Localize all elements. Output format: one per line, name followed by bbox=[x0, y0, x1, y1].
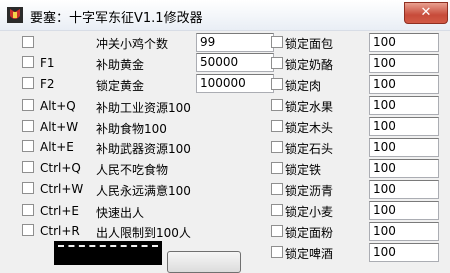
hotkey-label: Alt+Q bbox=[40, 99, 76, 113]
resource-lock-label: 锁定奶酪 bbox=[285, 58, 334, 72]
hotkey-label: Ctrl+E bbox=[40, 204, 79, 218]
resource-lock-label: 锁定木头 bbox=[285, 121, 334, 135]
feature-label: 冲关小鸡个数 bbox=[96, 37, 169, 51]
resource-lock-label: 锁定啤酒 bbox=[285, 247, 334, 261]
resource-lock-checkbox[interactable] bbox=[271, 225, 283, 237]
resource-value-input[interactable]: 100 bbox=[369, 138, 439, 157]
resource-value-input[interactable]: 100 bbox=[369, 33, 439, 52]
resource-lock-label: 锁定面粉 bbox=[285, 226, 334, 240]
resource-value-input[interactable]: 100 bbox=[369, 117, 439, 136]
close-button[interactable]: ✕ bbox=[404, 2, 448, 24]
hotkey-label: Ctrl+R bbox=[40, 224, 80, 238]
feature-checkbox[interactable] bbox=[22, 99, 34, 111]
feature-checkbox[interactable] bbox=[22, 56, 34, 68]
hotkey-label: Ctrl+W bbox=[40, 182, 84, 196]
resource-lock-checkbox[interactable] bbox=[271, 162, 283, 174]
feature-label: 补助黄金 bbox=[96, 58, 145, 72]
resource-lock-checkbox[interactable] bbox=[271, 36, 283, 48]
resource-lock-checkbox[interactable] bbox=[271, 204, 283, 216]
feature-label: 人民永远满意100 bbox=[96, 184, 191, 198]
hotkey-label: Alt+W bbox=[40, 120, 79, 134]
feature-label: 人民不吃食物 bbox=[96, 163, 169, 177]
resource-lock-label: 锁定小麦 bbox=[285, 205, 334, 219]
resource-lock-checkbox[interactable] bbox=[271, 120, 283, 132]
hotkey-label: F2 bbox=[40, 77, 55, 91]
resource-lock-label: 锁定肉 bbox=[285, 79, 322, 93]
resource-lock-checkbox[interactable] bbox=[271, 99, 283, 111]
feature-label: 锁定黄金 bbox=[96, 79, 145, 93]
resource-lock-checkbox[interactable] bbox=[271, 141, 283, 153]
action-button[interactable] bbox=[167, 251, 241, 273]
hotkey-label: Alt+E bbox=[40, 140, 74, 154]
resource-value-input[interactable]: 100 bbox=[369, 243, 439, 262]
feature-checkbox[interactable] bbox=[22, 224, 34, 236]
resource-value-input[interactable]: 100 bbox=[369, 201, 439, 220]
resource-lock-checkbox[interactable] bbox=[271, 57, 283, 69]
resource-lock-label: 锁定铁 bbox=[285, 163, 322, 177]
feature-checkbox[interactable] bbox=[22, 140, 34, 152]
title-bar[interactable]: 要塞：十字军东征V1.1修改器 ✕ bbox=[0, 0, 450, 31]
app-icon bbox=[7, 7, 23, 23]
window-title: 要塞：十字军东征V1.1修改器 bbox=[30, 11, 203, 26]
feature-checkbox[interactable] bbox=[22, 204, 34, 216]
resource-value-input[interactable]: 100 bbox=[369, 54, 439, 73]
feature-label: 快速出人 bbox=[96, 206, 145, 220]
banner-dashes bbox=[58, 245, 158, 247]
feature-checkbox[interactable] bbox=[22, 161, 34, 173]
cheat-panel: F1 F2 Alt+Q Alt+W Alt+E Ctrl+Q Ctrl+W Ct… bbox=[0, 30, 450, 273]
feature-label: 出人限制到100人 bbox=[96, 226, 191, 240]
resource-lock-checkbox[interactable] bbox=[271, 183, 283, 195]
resource-lock-label: 锁定石头 bbox=[285, 142, 334, 156]
feature-checkbox[interactable] bbox=[22, 120, 34, 132]
resource-lock-label: 锁定面包 bbox=[285, 37, 334, 51]
resource-lock-label: 锁定沥青 bbox=[285, 184, 334, 198]
resource-value-input[interactable]: 100 bbox=[369, 222, 439, 241]
gold-bonus-input[interactable]: 50000 bbox=[196, 53, 274, 72]
resource-lock-checkbox[interactable] bbox=[271, 246, 283, 258]
feature-checkbox[interactable] bbox=[22, 182, 34, 194]
feature-label: 补助工业资源100 bbox=[96, 101, 191, 115]
feature-checkbox[interactable] bbox=[22, 77, 34, 89]
feature-label: 补助武器资源100 bbox=[96, 142, 191, 156]
hotkey-label: F1 bbox=[40, 56, 55, 70]
hotkey-label: Ctrl+Q bbox=[40, 161, 81, 175]
gold-lock-input[interactable]: 100000 bbox=[196, 74, 274, 93]
resource-lock-label: 锁定水果 bbox=[285, 100, 334, 114]
resource-value-input[interactable]: 100 bbox=[369, 75, 439, 94]
feature-label: 补助食物100 bbox=[96, 122, 167, 136]
close-icon: ✕ bbox=[420, 5, 432, 20]
feature-checkbox[interactable] bbox=[22, 36, 34, 48]
resource-value-input[interactable]: 100 bbox=[369, 96, 439, 115]
resource-lock-checkbox[interactable] bbox=[271, 78, 283, 90]
resource-value-input[interactable]: 100 bbox=[369, 180, 439, 199]
chicken-count-input[interactable]: 99 bbox=[196, 33, 274, 52]
resource-value-input[interactable]: 100 bbox=[369, 159, 439, 178]
trainer-window: 要塞：十字军东征V1.1修改器 ✕ F1 F2 Alt+Q Alt+W Alt+… bbox=[0, 0, 450, 273]
